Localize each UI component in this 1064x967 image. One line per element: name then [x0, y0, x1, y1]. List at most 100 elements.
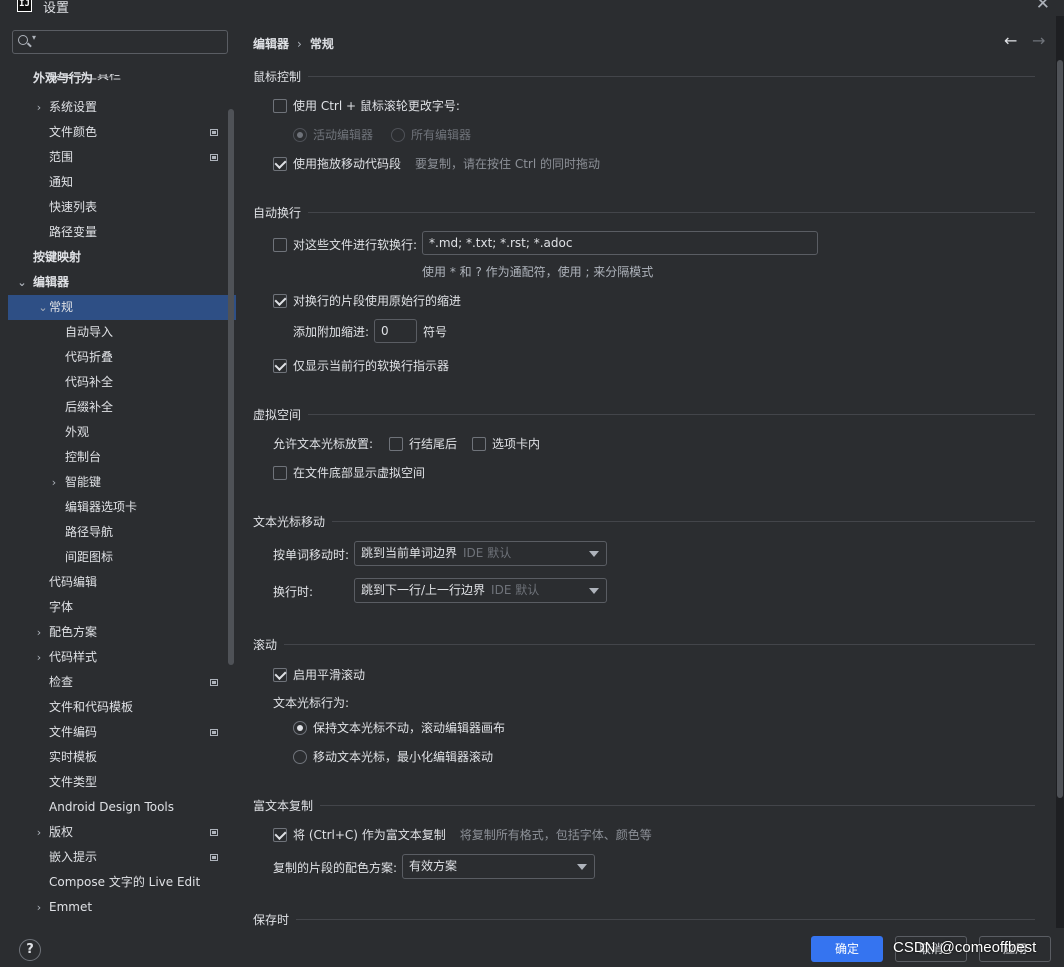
line-move-dropdown[interactable]: 跳到下一行/上一行边界 IDE 默认 [354, 578, 607, 603]
chevron-right-icon[interactable]: › [33, 620, 45, 645]
all-editors-option[interactable]: 所有编辑器 [391, 126, 471, 143]
chevron-down-icon [589, 551, 599, 557]
original-indent-option[interactable]: 对换行的片段使用原始行的缩进 [273, 292, 461, 309]
line-end-option[interactable]: 行结尾后 [389, 435, 457, 452]
move-caret-option[interactable]: 移动文本光标，最小化编辑器滚动 [293, 748, 493, 765]
settings-search[interactable]: ▾ [12, 30, 228, 54]
sidebar-item[interactable]: 自动导入 [0, 320, 236, 345]
sidebar-item[interactable]: 文件和代码模板 [0, 695, 236, 720]
sidebar-item[interactable]: 后缀补全 [0, 395, 236, 420]
sidebar-item[interactable]: › Emmet [0, 895, 236, 920]
active-editor-option[interactable]: 活动编辑器 [293, 126, 373, 143]
sidebar-item[interactable]: 文件类型 [0, 770, 236, 795]
smooth-scroll-checkbox[interactable] [273, 667, 287, 682]
sidebar-item[interactable]: › 代码样式 [0, 645, 236, 670]
chevron-down-icon[interactable]: ⌄ [16, 270, 28, 295]
extra-indent-input[interactable]: 0 [374, 319, 417, 343]
sidebar-item[interactable]: Android Design Tools [0, 795, 236, 820]
chevron-right-icon[interactable]: › [33, 95, 45, 120]
active-editor-label: 活动编辑器 [313, 128, 374, 142]
sidebar-item[interactable]: 控制台 [0, 445, 236, 470]
sidebar-item[interactable]: 代码补全 [0, 370, 236, 395]
project-scope-icon [210, 679, 218, 686]
chevron-down-icon[interactable]: ⌄ [37, 295, 49, 320]
sidebar-item[interactable]: 字体 [0, 595, 236, 620]
sidebar-item[interactable]: ⌄ 常规 [8, 295, 236, 320]
sidebar-item[interactable]: 快速列表 [0, 195, 236, 220]
sidebar-item-label: 按键映射 [33, 250, 82, 264]
content-scrollbar[interactable] [1057, 60, 1063, 798]
original-indent-checkbox[interactable] [273, 293, 287, 308]
allow-caret-label: 允许文本光标放置: [273, 437, 374, 451]
rich-copy-option[interactable]: 将 (Ctrl+C) 作为富文本复制 将复制所有格式，包括字体、颜色等 [273, 826, 652, 843]
keep-caret-option[interactable]: 保持文本光标不动，滚动编辑器画布 [293, 719, 505, 736]
sidebar-item[interactable]: ⌄ 编辑器 [0, 270, 236, 295]
current-line-only-option[interactable]: 仅显示当前行的软换行指示器 [273, 357, 449, 374]
smooth-scroll-option[interactable]: 启用平滑滚动 [273, 666, 365, 683]
close-icon[interactable]: ✕ [1036, 0, 1050, 14]
sidebar-item[interactable]: 实时模板 [0, 745, 236, 770]
in-tab-option[interactable]: 选项卡内 [472, 435, 540, 452]
sidebar-item[interactable]: 文件颜色 [0, 120, 236, 145]
sidebar-item[interactable]: 外观与行为 [0, 66, 236, 91]
show-bottom-label: 在文件底部显示虚拟空间 [293, 466, 426, 480]
sidebar-item-label: Android Design Tools [49, 800, 175, 814]
sidebar-item[interactable]: 路径导航 [0, 520, 236, 545]
sidebar-item[interactable]: 编辑器选项卡 [0, 495, 236, 520]
softwrap-files-input[interactable]: *.md; *.txt; *.rst; *.adoc [422, 231, 818, 255]
sidebar-item[interactable]: 文件编码 [0, 720, 236, 745]
chevron-right-icon[interactable]: › [33, 820, 45, 845]
sidebar-item[interactable]: 代码折叠 [0, 345, 236, 370]
help-icon[interactable]: ? [19, 939, 41, 961]
sidebar-item[interactable]: 按键映射 [0, 245, 236, 270]
active-editor-radio[interactable] [293, 127, 307, 142]
sidebar-item[interactable]: › 系统设置 [0, 95, 236, 120]
sidebar-item-label: Emmet [49, 900, 93, 914]
chevron-right-icon[interactable]: › [33, 645, 45, 670]
search-input[interactable] [41, 33, 221, 51]
forward-arrow-icon[interactable]: → [1032, 31, 1045, 50]
drag-move-option[interactable]: 使用拖放移动代码段 要复制，请在按住 Ctrl 的同时拖动 [273, 155, 600, 172]
sidebar-item[interactable]: 间距图标 [0, 545, 236, 570]
sidebar-scrollbar[interactable] [228, 109, 234, 665]
back-arrow-icon[interactable]: ← [1004, 31, 1017, 50]
show-bottom-option[interactable]: 在文件底部显示虚拟空间 [273, 464, 425, 481]
in-tab-checkbox[interactable] [472, 436, 486, 451]
sidebar-item[interactable]: 路径变量 [0, 220, 236, 245]
sidebar-item[interactable]: › 配色方案 [0, 620, 236, 645]
sidebar-item-label: 外观与行为 [33, 71, 94, 85]
sidebar-item[interactable]: 范围 [0, 145, 236, 170]
rich-copy-checkbox[interactable] [273, 827, 287, 842]
word-move-dropdown[interactable]: 跳到当前单词边界 IDE 默认 [354, 541, 607, 566]
sidebar-item[interactable]: 代码编辑 [0, 570, 236, 595]
line-end-checkbox[interactable] [389, 436, 403, 451]
section-title-mouse: 鼠标控制 [253, 70, 302, 84]
sidebar-item-label: Compose 文字的 Live Edit [49, 875, 201, 889]
breadcrumb-parent[interactable]: 编辑器 [253, 37, 289, 51]
move-caret-radio[interactable] [293, 749, 307, 764]
sidebar-item[interactable]: 外观 [0, 420, 236, 445]
ctrl-wheel-checkbox[interactable] [273, 98, 287, 113]
sidebar-item[interactable]: › 版权 [0, 820, 236, 845]
sidebar-item-label: 文件颜色 [49, 125, 98, 139]
sidebar-item[interactable]: 通知 [0, 170, 236, 195]
sidebar-item[interactable]: Compose 文字的 Live Edit [0, 870, 236, 895]
sidebar-item[interactable]: 检查 [0, 670, 236, 695]
current-line-only-checkbox[interactable] [273, 358, 287, 373]
softwrap-files-checkbox[interactable] [273, 237, 287, 252]
ok-button[interactable]: 确定 [811, 936, 883, 962]
chevron-right-icon[interactable]: › [48, 470, 60, 495]
keep-caret-radio[interactable] [293, 720, 307, 735]
ctrl-wheel-option[interactable]: 使用 Ctrl + 鼠标滚轮更改字号: [273, 97, 460, 114]
softwrap-files-option[interactable]: 对这些文件进行软换行: [273, 236, 417, 253]
show-bottom-checkbox[interactable] [273, 465, 287, 480]
drag-move-checkbox[interactable] [273, 156, 287, 171]
softwrap-files-label: 对这些文件进行软换行: [293, 238, 418, 252]
sidebar-item[interactable]: › 智能键 [0, 470, 236, 495]
search-dropdown-icon[interactable]: ▾ [32, 33, 36, 42]
sidebar-item-label: 路径导航 [65, 525, 114, 539]
sidebar-item[interactable]: 嵌入提示 [0, 845, 236, 870]
all-editors-radio[interactable] [391, 127, 405, 142]
chevron-right-icon[interactable]: › [33, 895, 45, 920]
copy-scheme-dropdown[interactable]: 有效方案 [402, 854, 595, 879]
